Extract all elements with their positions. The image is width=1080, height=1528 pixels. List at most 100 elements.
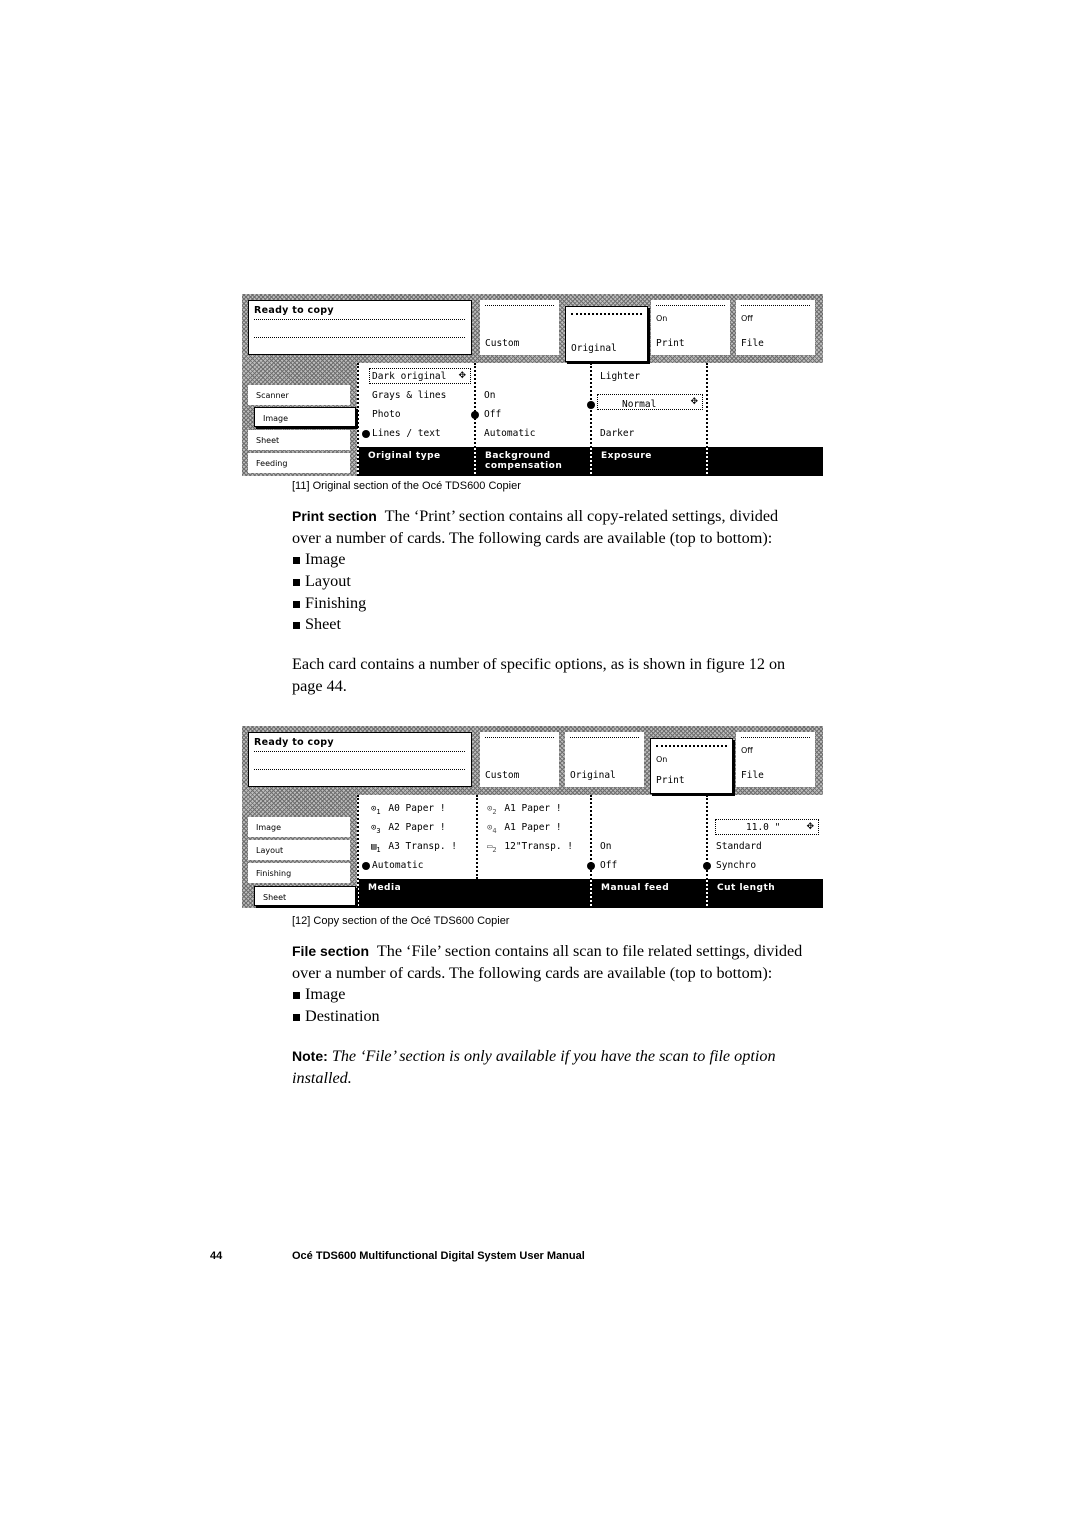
tab-custom[interactable]: Custom xyxy=(480,300,559,355)
card-area: ✥ Dark original Grays & lines Photo Line… xyxy=(357,363,823,476)
list-item: Finishing xyxy=(292,593,366,615)
card-area: ⊙1 A0 Paper ! ⊙3 A2 Paper ! ▤1 A3 Transp… xyxy=(357,795,823,908)
tab-file[interactable]: Off File xyxy=(736,732,815,787)
page-number: 44 xyxy=(210,1250,223,1262)
status-box: Ready to copy xyxy=(248,732,472,787)
tab-label: Custom xyxy=(485,770,520,781)
spinner-arrows-icon: ✥ xyxy=(806,821,814,831)
side-item-label: Sheet xyxy=(256,436,280,445)
exposure-column: Lighter ✥ Normal Darker Exposure xyxy=(587,363,706,476)
side-item-sheet[interactable]: Sheet xyxy=(248,430,350,450)
side-item-image[interactable]: Image xyxy=(248,817,350,837)
list-item: Layout xyxy=(292,571,366,593)
background-compensation-column: On Off Automatic Background compensation xyxy=(471,363,590,476)
file-section-card-list: Image Destination xyxy=(292,984,380,1028)
option-grays-lines[interactable]: Grays & lines xyxy=(372,390,446,401)
tab-status: Off xyxy=(741,314,753,323)
option-synchro[interactable]: Synchro xyxy=(716,860,756,871)
figure-reference-paragraph: Each card contains a number of specific … xyxy=(292,655,786,695)
manual-feed-column: On Off Manual feed xyxy=(587,795,706,908)
option-dark-original[interactable]: Dark original xyxy=(372,371,446,382)
tab-print[interactable]: On Print xyxy=(650,738,733,794)
status-divider xyxy=(254,751,465,752)
side-item-image[interactable]: Image xyxy=(254,407,356,427)
option-lighter[interactable]: Lighter xyxy=(600,371,640,382)
side-item-label: Feeding xyxy=(256,459,288,468)
tab-original[interactable]: Original xyxy=(565,732,644,787)
tab-label: Print xyxy=(656,775,685,786)
list-item: Destination xyxy=(292,1006,380,1028)
tab-original[interactable]: Original xyxy=(565,306,648,362)
option-on[interactable]: On xyxy=(600,841,611,852)
empty-column xyxy=(706,363,823,476)
list-item: Image xyxy=(292,984,380,1006)
note-paragraph: Note: The ‘File’ section is only availab… xyxy=(292,1047,776,1087)
roll-icon: ⊙2 xyxy=(487,804,497,816)
roll-icon: ⊙4 xyxy=(487,823,497,835)
original-type-column: ✥ Dark original Grays & lines Photo Line… xyxy=(357,363,474,476)
roll-icon: ⊙1 xyxy=(371,804,381,816)
list-item: Image xyxy=(292,549,366,571)
tab-status: On xyxy=(656,755,668,764)
option-normal[interactable]: Normal xyxy=(622,399,656,410)
option-standard[interactable]: Standard xyxy=(716,841,762,852)
side-item-label: Image xyxy=(256,823,282,832)
option-lines-text[interactable]: Lines / text xyxy=(372,428,441,439)
list-item: Sheet xyxy=(292,614,366,636)
status-box: Ready to copy xyxy=(248,300,472,355)
tab-print[interactable]: On Print xyxy=(651,300,730,355)
status-title: Ready to copy xyxy=(254,737,334,748)
figure-12-copy-section-panel: Ready to copy Custom Original On Print O… xyxy=(242,726,823,908)
figure-11-caption: [11] Original section of the Océ TDS600 … xyxy=(292,480,521,492)
tab-label: File xyxy=(741,770,764,781)
status-divider xyxy=(254,319,465,320)
option-off[interactable]: Off xyxy=(600,860,617,871)
media-option[interactable]: ⊙3 A2 Paper ! xyxy=(371,822,446,835)
status-divider xyxy=(254,337,465,338)
media-option[interactable]: ⊙1 A0 Paper ! xyxy=(371,803,446,816)
tab-label: Custom xyxy=(485,338,520,349)
spinner-arrows-icon: ✥ xyxy=(690,396,698,406)
option-automatic[interactable]: Automatic xyxy=(484,428,535,439)
selected-dot-icon xyxy=(362,430,370,438)
print-section-paragraph: Print section The ‘Print’ section contai… xyxy=(292,507,779,547)
tab-label: Original xyxy=(571,343,617,354)
media-column: ⊙1 A0 Paper ! ⊙3 A2 Paper ! ▤1 A3 Transp… xyxy=(357,795,590,908)
selected-dot-icon xyxy=(471,411,479,419)
side-item-sheet[interactable]: Sheet xyxy=(254,886,356,906)
tab-custom[interactable]: Custom xyxy=(480,732,559,787)
cut-length-value[interactable]: 11.0 " xyxy=(746,822,780,833)
media-option[interactable]: ▤1 A3 Transp. ! xyxy=(371,841,457,854)
tab-file[interactable]: Off File xyxy=(736,300,815,355)
option-off[interactable]: Off xyxy=(484,409,501,420)
column-title: Original type xyxy=(359,447,474,476)
media-option[interactable]: ▭2 12"Transp. ! xyxy=(487,841,573,854)
tab-status: On xyxy=(656,314,668,323)
column-title xyxy=(708,447,823,476)
side-item-label: Layout xyxy=(256,846,284,855)
side-item-label: Scanner xyxy=(256,391,289,400)
option-on[interactable]: On xyxy=(484,390,495,401)
side-item-finishing[interactable]: Finishing xyxy=(248,863,350,883)
media-option[interactable]: ⊙4 A1 Paper ! xyxy=(487,822,562,835)
option-photo[interactable]: Photo xyxy=(372,409,401,420)
option-darker[interactable]: Darker xyxy=(600,428,634,439)
status-divider xyxy=(254,769,465,770)
print-section-card-list: Image Layout Finishing Sheet xyxy=(292,549,366,636)
side-item-label: Sheet xyxy=(263,893,287,902)
side-item-scanner[interactable]: Scanner xyxy=(248,385,350,405)
column-title: Manual feed xyxy=(592,879,706,908)
side-item-label: Image xyxy=(263,414,289,423)
tab-label: File xyxy=(741,338,764,349)
media-subdivider xyxy=(476,795,478,879)
column-title: Media xyxy=(359,879,590,908)
manual-title: Océ TDS600 Multifunctional Digital Syste… xyxy=(292,1250,585,1262)
side-item-layout[interactable]: Layout xyxy=(248,840,350,860)
option-automatic[interactable]: Automatic xyxy=(372,860,423,871)
column-title: Cut length xyxy=(708,879,823,908)
spinner-arrows-icon: ✥ xyxy=(458,370,466,380)
selected-dot-icon xyxy=(587,401,595,409)
figure-11-original-section-panel: Ready to copy Custom Original On Print O… xyxy=(242,294,823,476)
side-item-feeding[interactable]: Feeding xyxy=(248,453,350,473)
media-option[interactable]: ⊙2 A1 Paper ! xyxy=(487,803,562,816)
